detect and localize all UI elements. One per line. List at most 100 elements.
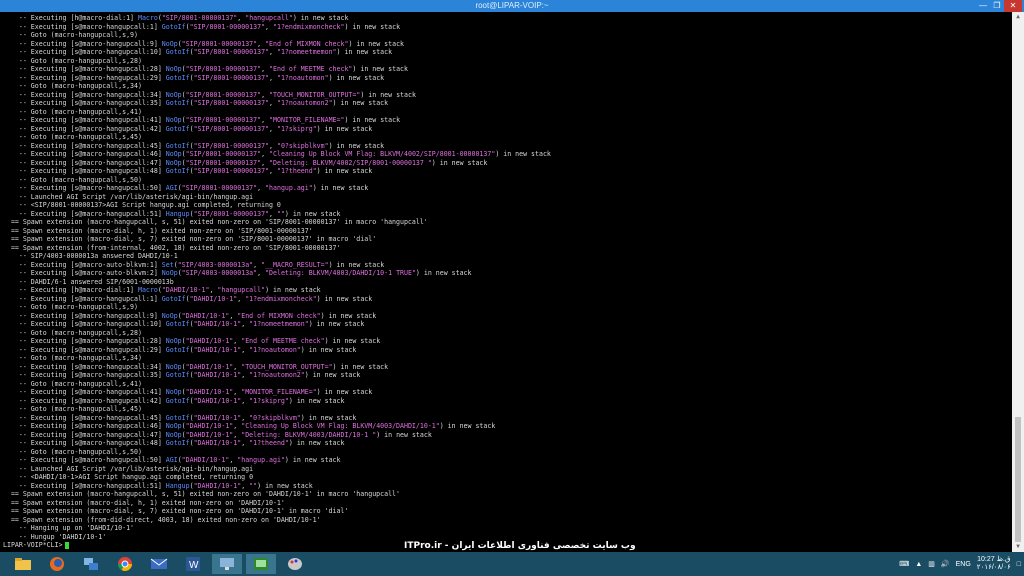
terminal-segment: -- Goto (macro-hangupcall,s,34) xyxy=(3,82,142,90)
window-titlebar[interactable]: root@LIPAR-VOIP:~ — ❐ ✕ xyxy=(0,0,1024,12)
terminal-segment: -- Executing [s@macro-hangupcall:10] xyxy=(3,48,166,56)
terminal-line: -- Executing [s@macro-hangupcall:46] NoO… xyxy=(3,150,1012,159)
chrome-icon[interactable] xyxy=(110,554,140,574)
terminal-line: -- Executing [s@macro-hangupcall:28] NoO… xyxy=(3,65,1012,74)
terminal-segment: GotoIf xyxy=(161,294,186,303)
terminal-line: -- Executing [s@macro-hangupcall:48] Got… xyxy=(3,439,1012,448)
terminal-icon[interactable] xyxy=(246,554,276,574)
terminal-segment: GotoIf xyxy=(161,22,186,31)
terminal-segment: == Spawn extension (macro-dial, s, 7) ex… xyxy=(3,235,377,243)
network-status-icon[interactable]: ▥ xyxy=(928,560,935,568)
terminal-segment: ("DAHDI/10-1", "1?endmixmoncheck") in ne… xyxy=(185,294,373,303)
terminal-line: -- Goto (macro-hangupcall,s,34) xyxy=(3,82,1012,91)
terminal-line: -- Executing [h@macro-dial:1] Macro("SIP… xyxy=(3,14,1012,23)
terminal-segment: ("SIP/8001-00000137", "End of MEETME che… xyxy=(181,65,408,73)
terminal-segment: Set xyxy=(161,260,174,269)
volume-icon[interactable]: 🔊 xyxy=(941,560,950,568)
terminal-segment: -- Hungup 'DAHDI/10-1' xyxy=(3,532,107,541)
terminal-segment: ("DAHDI/10-1", "End of MIXMON check") in… xyxy=(177,311,377,320)
terminal-segment: -- Executing [s@macro-hangupcall:50] xyxy=(3,184,166,192)
terminal-segment: -- Executing [s@macro-hangupcall:28] xyxy=(3,337,166,345)
terminal-line: -- Executing [s@macro-hangupcall:47] NoO… xyxy=(3,431,1012,440)
terminal-line: -- Executing [s@macro-hangupcall:9] NoOp… xyxy=(3,312,1012,321)
terminal-line: -- Executing [s@macro-hangupcall:10] Got… xyxy=(3,48,1012,57)
terminal-segment: ("DAHDI/10-1", "") in new stack xyxy=(189,481,313,490)
terminal-line: -- Executing [s@macro-hangupcall:1] Goto… xyxy=(3,23,1012,32)
terminal-segment: -- Goto (macro-hangupcall,s,45) xyxy=(3,133,142,141)
taskbar: W ⌨ ▲ ▥ 🔊 ENG 10:27 ق.ظ ۲۰۱۶/۰۸/۰۶ □ xyxy=(0,552,1024,576)
terminal-segment: ("SIP/4003-0000013a", "Deleting: BLKVM/4… xyxy=(177,269,472,277)
terminal-line: -- Launched AGI Script /var/lib/asterisk… xyxy=(3,193,1012,202)
terminal-segment: ("SIP/8001-00000137", "hangupcall") in n… xyxy=(157,14,349,22)
terminal-line: -- DAHDI/6-1 answered SIP/6001-0000013b xyxy=(3,278,1012,287)
firefox-icon[interactable] xyxy=(42,554,72,574)
terminal-segment: GotoIf xyxy=(165,439,190,447)
notification-icon[interactable]: □ xyxy=(1017,561,1021,568)
terminal-segment: ("DAHDI/10-1", "1?noautomon") in new sta… xyxy=(189,345,357,354)
mail-icon[interactable] xyxy=(144,554,174,574)
terminal-segment: -- Executing [s@macro-hangupcall:29] xyxy=(3,345,166,354)
scroll-up-icon[interactable]: ▲ xyxy=(1012,12,1024,22)
terminal-line: -- Goto (macro-hangupcall,s,9) xyxy=(3,303,1012,312)
terminal-segment: -- Executing [s@macro-hangupcall:46] xyxy=(3,422,166,430)
terminal-line: -- Goto (macro-hangupcall,s,9) xyxy=(3,31,1012,40)
terminal-line: -- Executing [s@macro-hangupcall:35] Got… xyxy=(3,99,1012,108)
terminal-segment: -- DAHDI/6-1 answered SIP/6001-0000013b xyxy=(3,277,174,286)
terminal-segment: -- Goto (macro-hangupcall,s,9) xyxy=(3,303,138,311)
terminal-segment: GotoIf xyxy=(165,320,190,328)
scrollbar-thumb[interactable] xyxy=(1015,417,1021,542)
terminal-segment: -- Executing [s@macro-hangupcall:47] xyxy=(3,430,166,439)
terminal-area[interactable]: -- Executing [h@macro-dial:1] Macro("SIP… xyxy=(0,12,1012,552)
watermark-text: ITPro.ir - وب سایت تخصصی فناوری اطلاعات … xyxy=(404,541,636,551)
paint-icon[interactable] xyxy=(280,554,310,574)
minimize-button[interactable]: — xyxy=(976,0,990,12)
terminal-segment: ("SIP/4003-0000013a", "__MACRO_RESULT=")… xyxy=(173,260,385,269)
terminal-segment: NoOp xyxy=(161,311,178,320)
maximize-button[interactable]: ❐ xyxy=(990,0,1004,12)
terminal-segment: ("SIP/8001-00000137", "") in new stack xyxy=(189,209,341,218)
terminal-segment: NoOp xyxy=(165,430,182,439)
terminal-segment: ("DAHDI/10-1", "hangupcall") in new stac… xyxy=(157,286,321,294)
word-icon[interactable]: W xyxy=(178,554,208,574)
terminal-segment: -- Executing [s@macro-auto-blkvm:1] xyxy=(3,260,162,269)
remote-desktop-icon[interactable] xyxy=(212,554,242,574)
scroll-down-icon[interactable]: ▼ xyxy=(1012,542,1024,552)
terminal-line: -- Executing [s@macro-hangupcall:1] Goto… xyxy=(3,295,1012,304)
terminal-line: -- Executing [s@macro-hangupcall:41] NoO… xyxy=(3,116,1012,125)
file-explorer-icon[interactable] xyxy=(8,554,38,574)
terminal-segment: ("SIP/8001-00000137", "MONITOR_FILENAME=… xyxy=(181,116,401,124)
language-indicator[interactable]: ENG xyxy=(956,561,971,568)
terminal-segment: -- Goto (macro-hangupcall,s,9) xyxy=(3,31,138,39)
terminal-line: -- Executing [s@macro-hangupcall:28] NoO… xyxy=(3,337,1012,346)
terminal-segment: NoOp xyxy=(165,362,182,371)
terminal-segment: Hangup xyxy=(165,481,190,490)
terminal-segment: -- Executing [s@macro-hangupcall:42] xyxy=(3,396,166,405)
terminal-line: -- Goto (macro-hangupcall,s,50) xyxy=(3,176,1012,185)
terminal-line: -- Executing [h@macro-dial:1] Macro("DAH… xyxy=(3,286,1012,295)
terminal-segment: ("DAHDI/10-1", "Deleting: BLKVM/4003/DAH… xyxy=(181,430,432,439)
network-icon[interactable] xyxy=(76,554,106,574)
terminal-segment: ("DAHDI/10-1", "0?skipblkvm") in new sta… xyxy=(189,413,357,422)
terminal-segment: -- Executing [s@macro-hangupcall:28] xyxy=(3,65,166,73)
terminal-line: -- Goto (macro-hangupcall,s,41) xyxy=(3,108,1012,117)
terminal-segment: -- Executing [s@macro-hangupcall:35] xyxy=(3,99,166,107)
terminal-segment: -- Executing [h@macro-dial:1] xyxy=(3,286,138,294)
terminal-segment: == Spawn extension (macro-dial, h, 1) ex… xyxy=(3,498,285,507)
tray-chevron-icon[interactable]: ▲ xyxy=(915,561,922,568)
terminal-line: -- Goto (macro-hangupcall,s,28) xyxy=(3,57,1012,66)
close-button[interactable]: ✕ xyxy=(1004,0,1022,12)
text-cursor xyxy=(64,541,69,549)
terminal-line: -- Executing [s@macro-hangupcall:47] NoO… xyxy=(3,159,1012,168)
terminal-segment: -- Goto (macro-hangupcall,s,28) xyxy=(3,56,142,65)
terminal-line: == Spawn extension (from-internal, 4002,… xyxy=(3,244,1012,253)
clock-time: 10:27 ق.ظ xyxy=(977,556,1011,563)
keyboard-icon[interactable]: ⌨ xyxy=(899,560,909,568)
terminal-line: -- Executing [s@macro-auto-blkvm:1] Set(… xyxy=(3,261,1012,270)
terminal-segment: -- Executing [s@macro-hangupcall:51] xyxy=(3,209,166,218)
terminal-scrollbar[interactable]: ▲ ▼ xyxy=(1012,12,1024,552)
clock[interactable]: 10:27 ق.ظ ۲۰۱۶/۰۸/۰۶ xyxy=(977,556,1011,572)
terminal-segment: ("DAHDI/10-1", "Cleaning Up Block VM Fla… xyxy=(181,422,496,430)
terminal-segment: -- Executing [s@macro-hangupcall:10] xyxy=(3,320,166,328)
terminal-segment: GotoIf xyxy=(165,167,190,175)
terminal-line: -- Executing [s@macro-hangupcall:41] NoO… xyxy=(3,388,1012,397)
